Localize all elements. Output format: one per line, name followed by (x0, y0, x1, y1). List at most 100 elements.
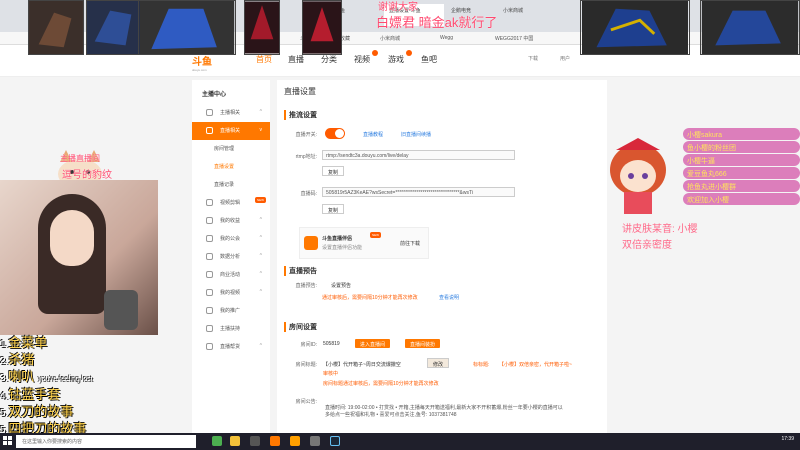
rtmp-label: rtmp地址: (295, 154, 317, 160)
enter-room-button[interactable]: 进入直播间 (355, 339, 391, 348)
live-tutorial-link[interactable]: 直播教程 (363, 131, 383, 138)
menu-item-live-records[interactable]: 直播记录 (192, 176, 270, 194)
anchor-center-menu: 主播中心 主播相关 ^ 直播相关 v 房间管理 直播设置 直播记录 视频剪辑 NEW … (192, 80, 270, 433)
nav-fishbar[interactable]: 鱼吧 (421, 54, 437, 65)
switch-label: 直播开关: (295, 132, 317, 138)
section-push: 推流设置 (284, 110, 317, 120)
section-notice: 直播预告 (284, 266, 317, 276)
bookmark-5[interactable]: Wegg (440, 35, 453, 41)
logo-sub: douyu.com (192, 68, 207, 72)
glove-thumbnail-6 (580, 0, 690, 55)
folder-icon[interactable] (230, 436, 240, 446)
notice-label: 直播预告: (295, 283, 317, 289)
menu-item-analytics[interactable]: 数据分析 ^ (192, 248, 270, 266)
menu-item-guild[interactable]: 我的公会 ^ (192, 230, 270, 248)
menu-item-live[interactable]: 直播相关 v (192, 122, 270, 140)
cart-icon (206, 343, 213, 350)
stream-code-field[interactable]: 505819r5AZ3KeAE?wsSecret=***************… (322, 187, 515, 197)
nav-video[interactable]: 视频 (354, 54, 370, 65)
chat-line-3: 爱豆鱼丸666 (683, 167, 800, 179)
live-settings-panel: 直播设置 推流设置 直播开关: 直播教程 旧直播间续播 rtmp地址: rtmp… (277, 80, 607, 433)
set-notice-link[interactable]: 设置预告 (331, 282, 351, 289)
menu-item-room-manage[interactable]: 房间管理 (192, 140, 270, 158)
app-download-link[interactable]: 前往下载 (400, 240, 420, 247)
toggle-knob (335, 129, 344, 138)
copy-rtmp-button[interactable]: 复制 (322, 166, 345, 176)
bookmark-6[interactable]: WEGG2017 中国 (495, 35, 533, 42)
notice-help-link[interactable]: 查看说明 (439, 294, 459, 301)
webcam-feed (0, 180, 158, 335)
promo-text-2: 双倍亲密度 (622, 240, 672, 251)
menu-item-promotion[interactable]: 我的推广 (192, 302, 270, 320)
obs-icon[interactable] (290, 436, 300, 446)
overlay-top-text: 白嫖君 暗金ak就行了 (376, 15, 498, 30)
film-icon (206, 289, 213, 296)
taskbar: 在这里输入你要搜索的内容 17:39 (0, 433, 800, 450)
room-id-label: 房间ID: (300, 342, 317, 348)
site-logo[interactable]: 斗鱼 douyu.com (192, 53, 212, 72)
user-name[interactable]: 用户 (560, 55, 570, 62)
screen: 斗鱼 直播设置-斗鱼 企鹅电竞 小米商城 斗鱼 收藏 小米商城 Wegg WEG… (0, 0, 800, 450)
copy-code-button[interactable]: 复制 (322, 204, 345, 214)
lost-caption: you're feeling lost (38, 376, 93, 383)
menu-entry-3: 3.喇叭 you're feeling lost (0, 369, 93, 384)
douyu-icon[interactable] (270, 436, 280, 446)
taskbar-search-input[interactable]: 在这里输入你要搜索的内容 (16, 435, 196, 448)
chat-line-5: 欢迎加入小樱 (683, 193, 800, 205)
download-link[interactable]: 下载 (528, 55, 538, 62)
menu-item-live-settings[interactable]: 直播设置 (192, 158, 270, 176)
menu-label: 我的视频 (220, 290, 241, 296)
bookmark-4[interactable]: 小米商城 (380, 35, 400, 42)
live-switch-toggle[interactable] (325, 128, 345, 139)
app-icon-1[interactable] (250, 436, 260, 446)
edit-title-button[interactable]: 修改 (427, 358, 450, 368)
chat-line-4: 抢鱼丸进小樱群 (683, 180, 800, 192)
room-notice-text[interactable]: 直播时间: 19:00-02:00 • 打赏找 • 开箱,主播每天开箱送福利,最… (325, 405, 565, 419)
menu-item-business[interactable]: 商业活动 ^ (192, 266, 270, 284)
support-icon (206, 325, 213, 332)
video-icon (206, 199, 213, 206)
menu-item-my-videos[interactable]: 我的视频 ^ (192, 284, 270, 302)
chat-overlay: 小樱sakura 鱼小樱的粉丝团 小樱牛逼 爱豆鱼丸666 抢鱼丸进小樱群 欢迎… (683, 128, 800, 206)
steam-icon[interactable] (330, 436, 340, 446)
windows-start-icon[interactable] (3, 436, 13, 446)
room-decor-button[interactable]: 直播间装扮 (405, 339, 441, 348)
chat-line-0: 小樱sakura (683, 128, 800, 140)
menu-entry-2: 2.杀猪 (0, 352, 35, 367)
room-title-value: 【小櫻】代开箱子~周日交流爆撒空 (323, 362, 401, 368)
glove-thumbnail-5 (302, 0, 342, 55)
menu-item-anchor[interactable]: 主播相关 ^ (192, 104, 270, 122)
live-icon (206, 127, 213, 134)
taskbar-clock: 17:39 (781, 436, 794, 442)
app-desc: 设置直播伴侣功能 (322, 245, 363, 251)
glove-thumbnail-7 (700, 0, 800, 55)
chevron-down-icon: v (259, 127, 263, 133)
chevron-up-icon: ^ (259, 289, 262, 295)
menu-item-income[interactable]: 我的收益 ^ (192, 212, 270, 230)
nav-live[interactable]: 直播 (288, 54, 304, 65)
nav-category[interactable]: 分类 (321, 54, 337, 65)
chart-icon (206, 253, 213, 260)
overlay-left-caption: 逗号的豹纹 (62, 170, 112, 181)
old-room-link[interactable]: 旧直播间续播 (401, 131, 431, 138)
menu-item-live-sales[interactable]: 直播帮货 ^ (192, 338, 270, 356)
chevron-up-icon: ^ (259, 235, 262, 241)
room-notice-label: 房间公告: (295, 399, 317, 405)
nav-home[interactable]: 首页 (256, 54, 272, 65)
menu-entry-1: 1.金菜单 (0, 335, 48, 350)
room-id-value: 505819 (323, 341, 340, 347)
chevron-up-icon: ^ (259, 217, 262, 223)
menu-item-video-clip[interactable]: 视频剪辑 NEW (192, 194, 270, 212)
nav-game[interactable]: 游戏 (388, 54, 404, 65)
status-title-value: 【小櫻】双倍亲密，代开箱子啦~ (499, 362, 572, 368)
code-label: 直播码: (300, 191, 317, 197)
tab-3[interactable]: 小米商城 (498, 4, 548, 26)
user-icon (206, 109, 213, 116)
menu-item-support[interactable]: 主播扶持 (192, 320, 270, 338)
chrome-icon[interactable] (212, 436, 222, 446)
coin-icon (206, 217, 213, 224)
app-icon-2[interactable] (310, 436, 320, 446)
glove-thumbnail-3 (138, 0, 236, 55)
rtmp-address-field[interactable]: rtmp://sendtc3a.douyu.com/live/delay (322, 150, 515, 160)
stream-menu-list: 1.金菜单 2.杀猪 3.喇叭 you're feeling lost 4.钴蓝手… (0, 335, 130, 438)
